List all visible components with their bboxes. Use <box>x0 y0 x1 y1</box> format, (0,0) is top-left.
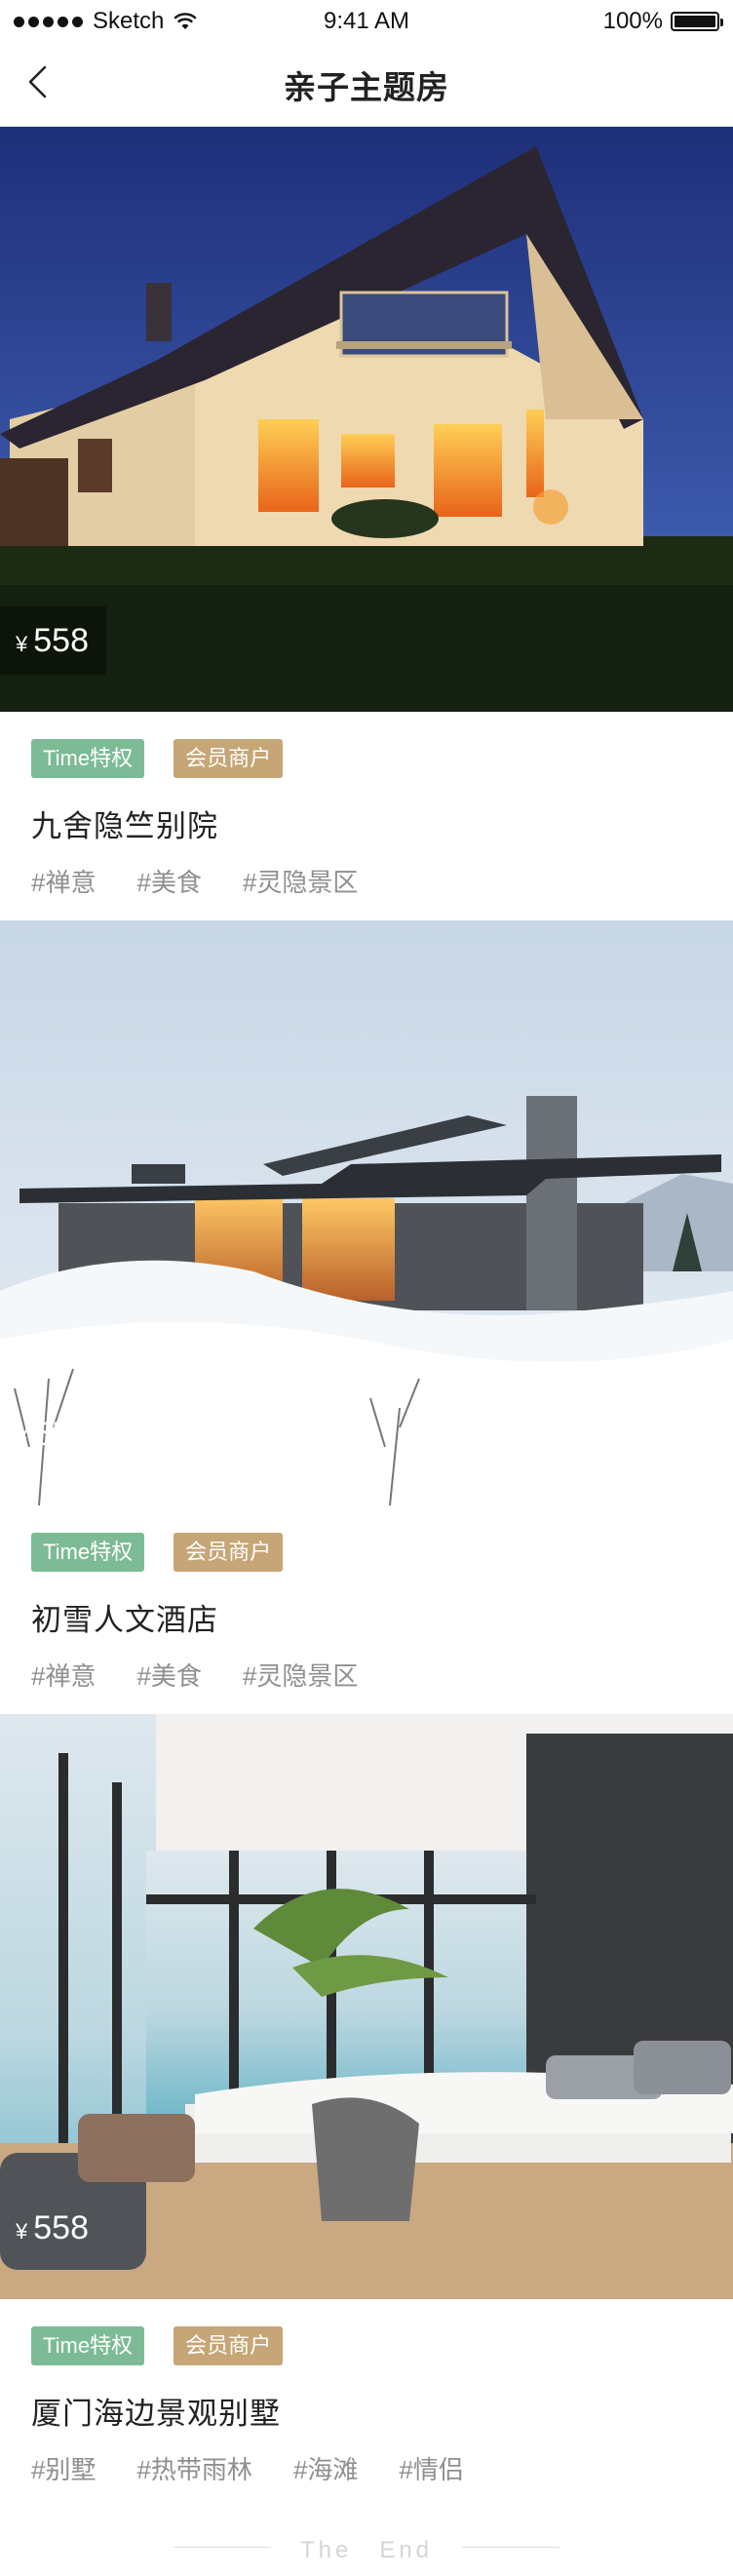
footer-text: The End <box>299 2536 434 2563</box>
tag-list: #别墅 #热带雨林 #海滩 #情侣 <box>31 2450 702 2486</box>
footer-divider-right <box>462 2546 560 2548</box>
time-privilege-badge: Time特权 <box>31 739 145 778</box>
time-privilege-badge: Time特权 <box>31 2326 145 2365</box>
status-bar: Sketch 9:41 AM 100% <box>0 0 733 43</box>
listing-card[interactable]: ¥ 558 Time特权 会员商户 初雪人文酒店 #禅意 #美食 #灵隐景区 <box>0 920 733 1712</box>
hotel-name[interactable]: 初雪人文酒店 <box>31 1595 702 1639</box>
navigation-bar: 亲子主题房 <box>0 43 733 127</box>
badge-row: Time特权 会员商户 <box>31 2326 702 2365</box>
tag[interactable]: #灵隐景区 <box>243 863 358 899</box>
listing-info: Time特权 会员商户 厦门海边景观别墅 #别墅 #热带雨林 #海滩 #情侣 <box>0 2299 733 2486</box>
tag[interactable]: #热带雨林 <box>136 2450 251 2486</box>
tag[interactable]: #海滩 <box>293 2450 358 2486</box>
tag-list: #禅意 #美食 #灵隐景区 <box>31 1657 702 1693</box>
time-privilege-badge: Time特权 <box>31 1533 145 1572</box>
tag[interactable]: #灵隐景区 <box>243 1657 358 1693</box>
price-value: 558 <box>33 2209 89 2246</box>
footer-divider-left <box>173 2546 271 2548</box>
status-left: Sketch <box>14 8 198 35</box>
price-tag: ¥ 558 <box>0 2194 106 2262</box>
carrier-label: Sketch <box>93 8 165 34</box>
listing-card[interactable]: ¥ 558 Time特权 会员商户 厦门海边景观别墅 #别墅 #热带雨林 #海滩… <box>0 1714 733 2514</box>
end-footer: The End <box>0 2527 733 2566</box>
currency-symbol: ¥ <box>16 2219 28 2244</box>
listing-photo[interactable]: ¥ 558 <box>0 127 733 712</box>
tag[interactable]: #情侣 <box>399 2450 463 2486</box>
hotel-name[interactable]: 九舍隐竺别院 <box>31 801 702 845</box>
price-value: 558 <box>33 622 89 659</box>
tag[interactable]: #别墅 <box>31 2450 96 2486</box>
status-right: 100% <box>602 8 723 35</box>
price-tag: ¥ 558 <box>0 1400 106 1468</box>
tag[interactable]: #美食 <box>136 1657 201 1693</box>
currency-symbol: ¥ <box>16 1425 28 1450</box>
hotel-name[interactable]: 厦门海边景观别墅 <box>31 2389 702 2433</box>
member-merchant-badge: 会员商户 <box>174 1533 284 1572</box>
page-title: 亲子主题房 <box>284 69 449 105</box>
member-merchant-badge: 会员商户 <box>174 739 284 778</box>
badge-row: Time特权 会员商户 <box>31 739 702 778</box>
tag[interactable]: #禅意 <box>31 863 96 899</box>
battery-percent: 100% <box>602 8 663 34</box>
tag[interactable]: #美食 <box>136 863 201 899</box>
member-merchant-badge: 会员商户 <box>174 2326 284 2365</box>
listing-info: Time特权 会员商户 初雪人文酒店 #禅意 #美食 #灵隐景区 <box>0 1505 733 1693</box>
listing-card[interactable]: ¥ 558 Time特权 会员商户 九舍隐竺别院 #禅意 #美食 #灵隐景区 <box>0 127 733 918</box>
badge-row: Time特权 会员商户 <box>31 1533 702 1572</box>
listing-photo[interactable]: ¥ 558 <box>0 920 733 1505</box>
price-tag: ¥ 558 <box>0 606 106 675</box>
battery-icon <box>671 12 723 31</box>
listing-info: Time特权 会员商户 九舍隐竺别院 #禅意 #美食 #灵隐景区 <box>0 712 733 899</box>
back-button[interactable] <box>14 59 60 105</box>
wifi-icon <box>174 13 198 29</box>
chevron-left-icon <box>28 65 47 98</box>
price-value: 558 <box>33 1416 89 1453</box>
tag-list: #禅意 #美食 #灵隐景区 <box>31 863 702 899</box>
tag[interactable]: #禅意 <box>31 1657 96 1693</box>
signal-icon <box>14 16 83 27</box>
listing-photo[interactable]: ¥ 558 <box>0 1714 733 2299</box>
currency-symbol: ¥ <box>16 632 28 656</box>
